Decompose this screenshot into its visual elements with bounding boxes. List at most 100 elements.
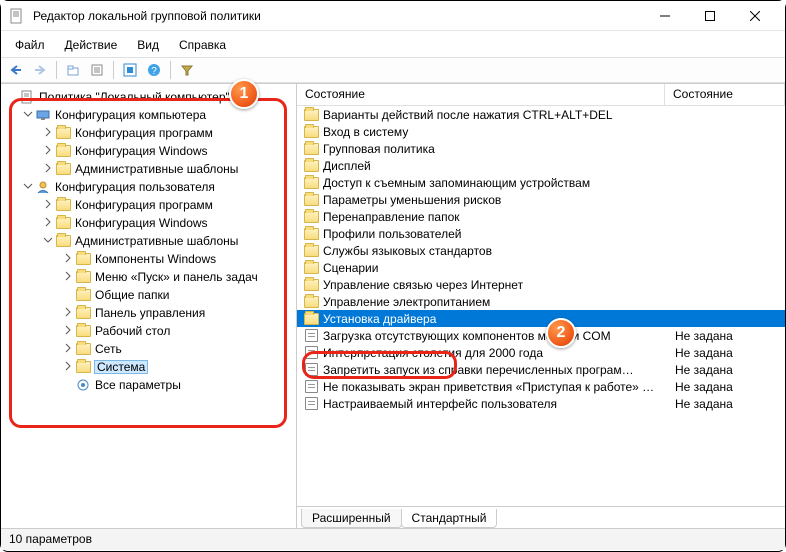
app-icon — [9, 8, 25, 24]
list-row[interactable]: Профили пользователей — [297, 225, 785, 242]
column-header-state2[interactable]: Состояние — [665, 84, 785, 105]
tree-computer-config[interactable]: Конфигурация компьютера — [3, 106, 296, 124]
filter-button[interactable] — [176, 60, 198, 80]
tree-label: Административные шаблоны — [75, 235, 238, 247]
expand-icon[interactable] — [61, 253, 75, 266]
list-row[interactable]: Не показывать экран приветствия «Приступ… — [297, 378, 785, 395]
collapse-icon[interactable] — [41, 235, 55, 248]
list-row[interactable]: Службы языковых стандартов — [297, 242, 785, 259]
tree-system[interactable]: Система — [3, 358, 296, 376]
list-item-label: Параметры уменьшения рисков — [323, 193, 675, 207]
folder-icon — [55, 197, 71, 213]
tree-user-config[interactable]: Конфигурация пользователя — [3, 178, 296, 196]
list-row[interactable]: Доступ к съемным запоминающим устройства… — [297, 174, 785, 191]
tab-standard[interactable]: Стандартный — [401, 509, 498, 528]
expand-icon[interactable] — [41, 199, 55, 212]
tree-root[interactable]: Политика "Локальный компьютер" — [3, 88, 296, 106]
tab-extended[interactable]: Расширенный — [301, 509, 402, 528]
forward-button[interactable] — [29, 60, 51, 80]
list-row[interactable]: Дисплей — [297, 157, 785, 174]
list-item-state: Не задана — [675, 346, 785, 360]
list-item-label: Дисплей — [323, 159, 675, 173]
list-item-state: Не задана — [675, 380, 785, 394]
menu-action[interactable]: Действие — [55, 34, 128, 56]
maximize-button[interactable] — [687, 1, 732, 31]
list-item-label: Интерпретация столетия для 2000 года — [323, 346, 675, 360]
folder-icon — [303, 107, 319, 123]
tree-item[interactable]: Административные шаблоны — [3, 160, 296, 178]
menu-bar: Файл Действие Вид Справка — [1, 31, 785, 57]
list-row[interactable]: Перенаправление папок — [297, 208, 785, 225]
tree-item[interactable]: Рабочий стол — [3, 322, 296, 340]
expand-icon[interactable] — [61, 361, 75, 374]
tree-item[interactable]: Сеть — [3, 340, 296, 358]
back-button[interactable] — [5, 60, 27, 80]
refresh-button[interactable] — [119, 60, 141, 80]
tree-item[interactable]: Конфигурация Windows — [3, 214, 296, 232]
tree-label: Конфигурация программ — [75, 199, 213, 211]
tree-label: Панель управления — [95, 307, 205, 319]
expand-icon[interactable] — [61, 271, 75, 284]
list-row[interactable]: Настраиваемый интерфейс пользователяНе з… — [297, 395, 785, 412]
up-button[interactable] — [62, 60, 84, 80]
tree-admin-templates[interactable]: Административные шаблоны — [3, 232, 296, 250]
expand-icon[interactable] — [61, 343, 75, 356]
list-row[interactable]: Загрузка отсутствующих компонентов модел… — [297, 327, 785, 344]
column-header-state[interactable]: Состояние — [297, 84, 665, 105]
list-row[interactable]: Управление связью через Интернет — [297, 276, 785, 293]
list-row[interactable]: Параметры уменьшения рисков — [297, 191, 785, 208]
list-row[interactable]: Сценарии — [297, 259, 785, 276]
tree[interactable]: Политика "Локальный компьютер" Конфигура… — [1, 88, 296, 394]
minimize-button[interactable] — [642, 1, 687, 31]
folder-icon — [303, 260, 319, 276]
menu-file[interactable]: Файл — [5, 34, 55, 56]
list-item-label: Варианты действий после нажатия CTRL+ALT… — [323, 108, 675, 122]
list-item-label: Сценарии — [323, 261, 675, 275]
tree-item[interactable]: Меню «Пуск» и панель задач — [3, 268, 296, 286]
tree-all-params[interactable]: Все параметры — [3, 376, 296, 394]
folder-icon — [75, 359, 91, 375]
menu-help[interactable]: Справка — [169, 34, 236, 56]
tree-item[interactable]: Конфигурация программ — [3, 196, 296, 214]
expand-icon[interactable] — [61, 325, 75, 338]
setting-icon — [303, 345, 319, 361]
list-row[interactable]: Групповая политика — [297, 140, 785, 157]
title-bar: Редактор локальной групповой политики — [1, 1, 785, 31]
list-item-label: Доступ к съемным запоминающим устройства… — [323, 176, 675, 190]
collapse-icon[interactable] — [21, 109, 35, 122]
list-row[interactable]: Варианты действий после нажатия CTRL+ALT… — [297, 106, 785, 123]
folder-icon — [75, 251, 91, 267]
tree-label: Система — [95, 361, 147, 373]
folder-icon — [303, 209, 319, 225]
properties-button[interactable] — [86, 60, 108, 80]
list-header: Состояние Состояние — [297, 84, 785, 106]
list-row[interactable]: Интерпретация столетия для 2000 годаНе з… — [297, 344, 785, 361]
expand-icon[interactable] — [41, 145, 55, 158]
list-row[interactable]: Установка драйвера — [297, 310, 785, 327]
tree-item[interactable]: Компоненты Windows — [3, 250, 296, 268]
list-row[interactable]: Запретить запуск из справки перечисленны… — [297, 361, 785, 378]
help-button[interactable]: ? — [143, 60, 165, 80]
list-body[interactable]: Варианты действий после нажатия CTRL+ALT… — [297, 106, 785, 506]
list-item-label: Вход в систему — [323, 125, 675, 139]
expand-icon[interactable] — [41, 217, 55, 230]
close-button[interactable] — [732, 1, 777, 31]
folder-icon — [303, 124, 319, 140]
tree-label: Меню «Пуск» и панель задач — [95, 271, 258, 283]
folder-icon — [55, 125, 71, 141]
tree-item[interactable]: Общие папки — [3, 286, 296, 304]
list-tabs: Расширенный Стандартный — [297, 506, 785, 528]
list-row[interactable]: Вход в систему — [297, 123, 785, 140]
tree-label: Конфигурация Windows — [75, 217, 208, 229]
list-row[interactable]: Управление электропитанием — [297, 293, 785, 310]
menu-view[interactable]: Вид — [127, 34, 169, 56]
folder-icon — [303, 243, 319, 259]
expand-icon[interactable] — [61, 307, 75, 320]
expand-icon[interactable] — [41, 127, 55, 140]
tree-item[interactable]: Панель управления — [3, 304, 296, 322]
list-item-label: Групповая политика — [323, 142, 675, 156]
tree-item[interactable]: Конфигурация программ — [3, 124, 296, 142]
tree-item[interactable]: Конфигурация Windows — [3, 142, 296, 160]
expand-icon[interactable] — [41, 163, 55, 176]
collapse-icon[interactable] — [21, 181, 35, 194]
